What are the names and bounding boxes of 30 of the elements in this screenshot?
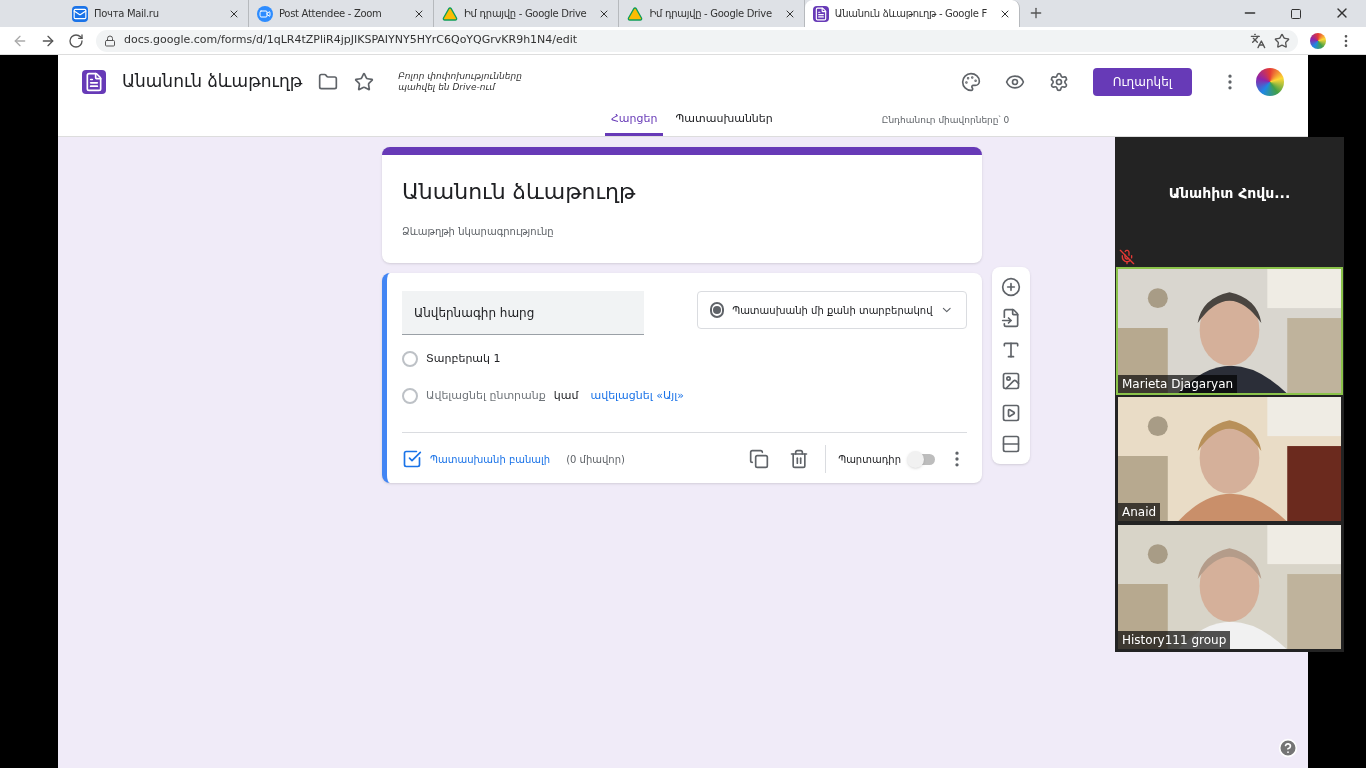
points-text: (0 միավոր): [566, 452, 625, 467]
url-text: docs.google.com/forms/d/1qLR4tZPliR4jpJIKSPAIYNY5HYrC6QoYQGrvKR9h1N4/edit: [124, 32, 578, 49]
tab-title: Իմ դրայվը - Google Drive: [464, 7, 587, 21]
tab-title: Իմ դրայվը - Google Drive: [649, 7, 772, 21]
form-tab[interactable]: Հարցեր: [605, 110, 664, 136]
speaker-name: Անահիտ Հովս...: [1168, 183, 1291, 203]
form-description[interactable]: Ձևաթղթի նկարագրությունը: [402, 224, 962, 239]
participant-name: Marieta Djagaryan: [1118, 375, 1238, 393]
address-bar[interactable]: docs.google.com/forms/d/1qLR4tZPliR4jpJIKSPAIYNY5HYrC6QoYQGrvKR9h1N4/edit: [96, 29, 1298, 52]
option-row[interactable]: Տարբերակ 1: [402, 351, 967, 368]
or-text: կամ: [553, 387, 579, 404]
browser-tab[interactable]: Անանուն ձևաթուղթ - Google F: [804, 0, 1020, 27]
answer-key-link[interactable]: Պատասխանի բանալի: [430, 451, 551, 467]
tab-title: Post Attendee - Zoom: [279, 7, 382, 21]
tab-title: Անանուն ձևաթուղթ - Google F: [834, 7, 987, 21]
add-other-link[interactable]: ավելացնել «Այլ»: [590, 387, 685, 404]
participant-name: Anaid: [1118, 503, 1161, 521]
participant-name: History111 group: [1118, 631, 1231, 649]
add-option[interactable]: Ավելացնել ընտրանք: [426, 387, 546, 404]
save-status: Բոլոր փոփոխությունները պահվել են Drive-ում: [398, 70, 523, 94]
total-points: Ընդհանուր միավորները՝ 0: [881, 113, 1010, 127]
tab-title: Почта Mail.ru: [94, 7, 159, 21]
form-name: Անանուն ձևաթուղթ: [122, 70, 303, 94]
send-button[interactable]: Ուղարկել: [1092, 68, 1192, 96]
required-label: Պարտադիր: [838, 452, 901, 467]
form-title[interactable]: Անանուն ձևաթուղթ: [402, 175, 962, 208]
question-type-dropdown[interactable]: Պատասխանի մի քանի տարբերակով: [697, 291, 967, 329]
form-tab[interactable]: Պատասխաններ: [669, 110, 779, 136]
question-field[interactable]: Անվերնագիր հարց: [402, 291, 644, 335]
option-label: Տարբերակ 1: [426, 351, 501, 367]
